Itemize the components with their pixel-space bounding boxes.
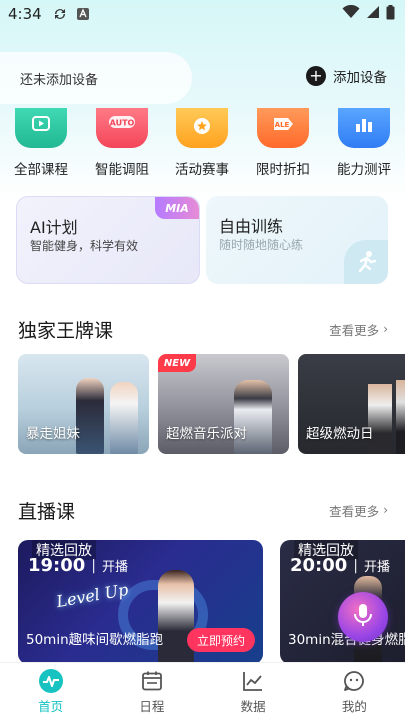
category-label: 能力测评: [337, 162, 391, 178]
course-thumbnail-figure: [158, 570, 194, 664]
app-notification-icon: [76, 7, 90, 21]
category-label: 智能调阻: [95, 162, 149, 178]
live-section-header: 直播课 查看更多 ›: [18, 498, 388, 523]
live-state: 开播: [102, 560, 129, 575]
course-thumbnail-figure: [396, 380, 405, 454]
category-label: 全部课程: [14, 162, 68, 178]
course-label: 超级燃动日: [306, 426, 374, 442]
add-device-label: 添加设备: [333, 70, 387, 86]
chevron-right-icon: ›: [383, 503, 388, 517]
status-bar: 4:34: [0, 0, 405, 28]
device-status[interactable]: 还未添加设备: [0, 52, 192, 104]
device-bar: 还未添加设备 + 添加设备: [0, 52, 405, 104]
course-thumbnail-figure: [234, 380, 272, 454]
category-smart-resistance[interactable]: AUTO 智能调阻: [82, 108, 162, 178]
bottom-navigation: 首页 日程 数据 我的: [0, 662, 405, 720]
mia-badge: MIA: [155, 197, 199, 219]
svg-text:AUTO: AUTO: [110, 119, 135, 128]
sync-icon: [52, 6, 68, 22]
category-label: 活动赛事: [175, 162, 229, 178]
category-discount[interactable]: ALE 限时折扣: [243, 108, 323, 178]
sale-tag-icon: ALE: [257, 108, 309, 148]
line-chart-icon: [242, 668, 264, 694]
nav-label: 日程: [139, 699, 165, 714]
nav-profile[interactable]: 我的: [304, 663, 405, 720]
see-more-link[interactable]: 查看更多 ›: [329, 320, 388, 339]
live-start-time: 20:00: [290, 555, 348, 576]
microphone-icon: [352, 603, 374, 631]
ai-plan-subtitle: 智能健身，科学有效: [30, 239, 139, 253]
star-medal-icon: [176, 108, 228, 148]
course-card[interactable]: NEW 超燃音乐派对: [158, 354, 289, 454]
nav-schedule[interactable]: 日程: [101, 663, 202, 720]
category-events[interactable]: 活动赛事: [162, 108, 242, 178]
runner-icon: [344, 240, 388, 284]
see-more-label: 查看更多: [329, 322, 380, 338]
cellular-signal-icon: [366, 5, 380, 23]
free-training-title: 自由训练: [219, 217, 284, 236]
nav-label: 我的: [341, 699, 367, 714]
auto-icon: AUTO: [96, 108, 148, 148]
live-time: 19:00 | 开播: [28, 555, 129, 576]
wifi-icon: [342, 4, 360, 23]
exclusive-course-list: 暴走姐妹 NEW 超燃音乐派对 超级燃动日: [18, 354, 405, 456]
nav-home[interactable]: 首页: [0, 663, 101, 720]
pulse-icon: [38, 668, 64, 694]
live-start-time: 19:00: [28, 555, 86, 576]
nav-label: 首页: [38, 699, 64, 714]
chat-face-icon: [343, 668, 365, 694]
add-device-button[interactable]: + 添加设备: [306, 66, 387, 86]
battery-icon: [386, 4, 395, 24]
reserve-button[interactable]: 立即预约: [186, 628, 255, 652]
device-status-text: 还未添加设备: [20, 72, 99, 88]
chart-icon: [338, 108, 390, 148]
chevron-right-icon: ›: [383, 322, 388, 336]
plus-icon: +: [306, 66, 326, 86]
course-thumbnail-figure: [368, 384, 392, 454]
course-label: 暴走姐妹: [26, 426, 80, 442]
live-state: 开播: [364, 560, 391, 575]
section-title: 独家王牌课: [18, 319, 114, 342]
live-course-title: 50min趣味间歇燃脂跑: [26, 632, 164, 648]
nav-label: 数据: [240, 699, 266, 714]
voice-assistant-button[interactable]: [338, 592, 388, 642]
see-more-link[interactable]: 查看更多 ›: [329, 501, 388, 520]
course-card[interactable]: 超级燃动日: [298, 354, 405, 454]
category-label: 限时折扣: [256, 162, 310, 178]
see-more-label: 查看更多: [329, 503, 380, 519]
course-thumbnail-figure: [110, 382, 138, 454]
calendar-icon: [141, 668, 163, 694]
category-grid: 全部课程 AUTO 智能调阻 活动赛事 ALE 限时折扣 能力测评: [0, 108, 405, 180]
live-course-card[interactable]: 精选回放 19:00 | 开播 Level Up 50min趣味间歇燃脂跑 立即…: [18, 540, 263, 664]
free-training-subtitle: 随时随地随心练: [219, 238, 304, 252]
ai-plan-card[interactable]: AI计划 智能健身，科学有效 MIA: [16, 196, 200, 284]
course-card[interactable]: 暴走姐妹: [18, 354, 149, 454]
category-assessment[interactable]: 能力测评: [324, 108, 404, 178]
free-training-card[interactable]: 自由训练 随时随地随心练: [206, 196, 388, 284]
category-all-courses[interactable]: 全部课程: [1, 108, 81, 178]
course-thumbnail-figure: [76, 378, 104, 454]
nav-data[interactable]: 数据: [203, 663, 304, 720]
live-time: 20:00 | 开播: [290, 555, 391, 576]
play-icon: [15, 108, 67, 148]
ai-plan-title: AI计划: [30, 218, 78, 237]
svg-text:ALE: ALE: [275, 121, 290, 129]
course-label: 超燃音乐派对: [166, 426, 247, 442]
new-badge: NEW: [158, 354, 196, 372]
section-title: 直播课: [18, 500, 76, 523]
exclusive-section-header: 独家王牌课 查看更多 ›: [18, 317, 388, 342]
status-time: 4:34: [8, 5, 42, 23]
